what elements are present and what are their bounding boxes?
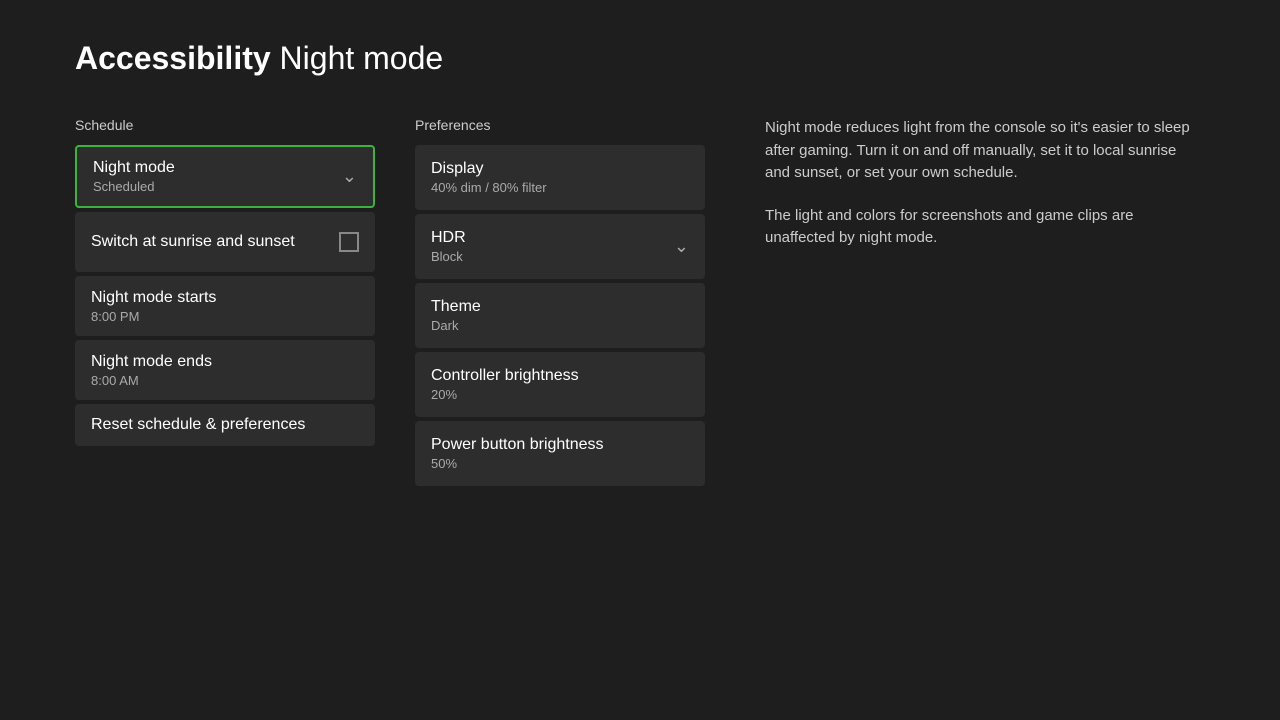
power-button-brightness-item[interactable]: Power button brightness 50%: [415, 421, 705, 486]
night-mode-subtitle: Scheduled: [93, 179, 175, 194]
night-mode-ends-item[interactable]: Night mode ends 8:00 AM: [75, 340, 375, 400]
power-button-brightness-content: Power button brightness 50%: [431, 436, 604, 471]
night-mode-ends-title: Night mode ends: [91, 353, 212, 371]
hdr-subtitle: Block: [431, 249, 466, 264]
sunrise-sunset-item[interactable]: Switch at sunrise and sunset: [75, 212, 375, 272]
controller-brightness-subtitle: 20%: [431, 387, 579, 402]
power-button-brightness-title: Power button brightness: [431, 436, 604, 454]
night-mode-ends-content: Night mode ends 8:00 AM: [91, 353, 212, 388]
info-paragraph-1: Night mode reduces light from the consol…: [765, 117, 1205, 185]
display-content: Display 40% dim / 80% filter: [431, 160, 547, 195]
preferences-section-label: Preferences: [415, 117, 705, 133]
sunrise-sunset-content: Switch at sunrise and sunset: [91, 232, 359, 252]
schedule-column: Schedule Night mode Scheduled ⌄ Switch a…: [75, 117, 375, 490]
hdr-chevron-icon: ⌄: [674, 236, 689, 257]
night-mode-content: Night mode Scheduled: [93, 159, 175, 194]
display-subtitle: 40% dim / 80% filter: [431, 180, 547, 195]
hdr-title: HDR: [431, 229, 466, 247]
page-container: Accessibility Night mode Schedule Night …: [0, 0, 1280, 530]
sunrise-sunset-checkbox[interactable]: [339, 232, 359, 252]
display-title: Display: [431, 160, 547, 178]
reset-button[interactable]: Reset schedule & preferences: [75, 404, 375, 446]
night-mode-chevron-icon: ⌄: [342, 166, 357, 187]
info-column: Night mode reduces light from the consol…: [745, 117, 1205, 490]
sunrise-sunset-title: Switch at sunrise and sunset: [91, 233, 295, 251]
page-title: Accessibility Night mode: [75, 40, 1205, 77]
night-mode-starts-subtitle: 8:00 PM: [91, 309, 216, 324]
night-mode-item[interactable]: Night mode Scheduled ⌄: [75, 145, 375, 208]
power-button-brightness-subtitle: 50%: [431, 456, 604, 471]
night-mode-starts-item[interactable]: Night mode starts 8:00 PM: [75, 276, 375, 336]
controller-brightness-item[interactable]: Controller brightness 20%: [415, 352, 705, 417]
controller-brightness-content: Controller brightness 20%: [431, 367, 579, 402]
theme-subtitle: Dark: [431, 318, 481, 333]
night-mode-starts-title: Night mode starts: [91, 289, 216, 307]
content-area: Schedule Night mode Scheduled ⌄ Switch a…: [75, 117, 1205, 490]
night-mode-ends-subtitle: 8:00 AM: [91, 373, 212, 388]
schedule-section-label: Schedule: [75, 117, 375, 133]
theme-content: Theme Dark: [431, 298, 481, 333]
display-item[interactable]: Display 40% dim / 80% filter: [415, 145, 705, 210]
hdr-content: HDR Block: [431, 229, 466, 264]
info-paragraph-2: The light and colors for screenshots and…: [765, 205, 1205, 250]
preferences-column: Preferences Display 40% dim / 80% filter…: [415, 117, 705, 490]
night-mode-starts-content: Night mode starts 8:00 PM: [91, 289, 216, 324]
theme-item[interactable]: Theme Dark: [415, 283, 705, 348]
controller-brightness-title: Controller brightness: [431, 367, 579, 385]
theme-title: Theme: [431, 298, 481, 316]
hdr-item[interactable]: HDR Block ⌄: [415, 214, 705, 279]
night-mode-title: Night mode: [93, 159, 175, 177]
